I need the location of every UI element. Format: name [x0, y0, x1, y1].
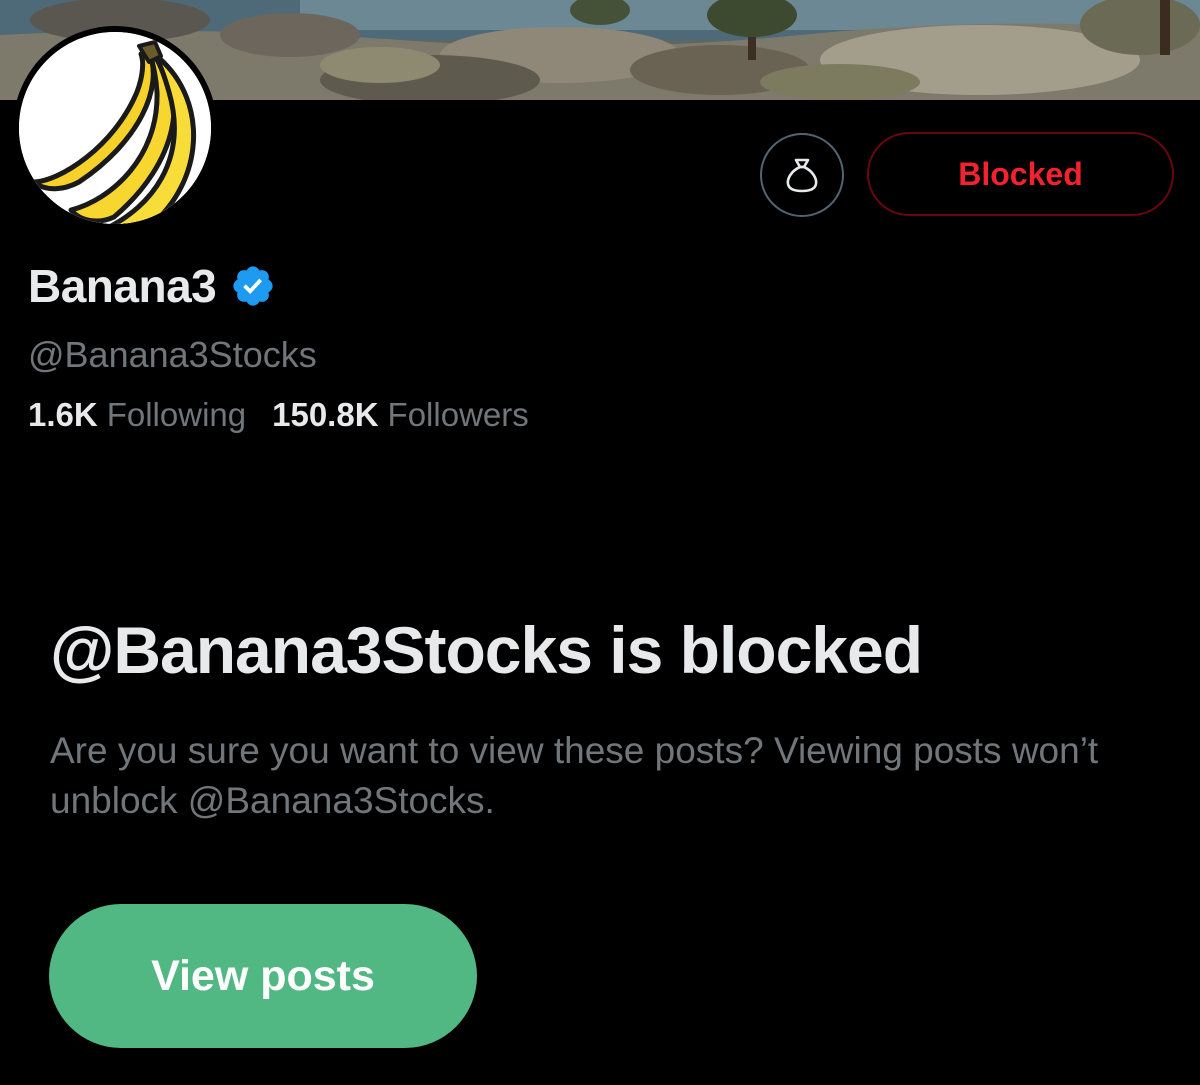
- blocked-notice-description: Are you sure you want to view these post…: [50, 730, 1099, 821]
- view-posts-button[interactable]: View posts: [49, 904, 477, 1048]
- profile-name-row: Banana3: [28, 258, 276, 314]
- followers-count: 150.8K: [272, 396, 379, 433]
- tip-button[interactable]: [760, 133, 844, 217]
- follow-stats: 1.6K Following 150.8K Followers: [28, 396, 555, 434]
- blocked-button[interactable]: Blocked: [867, 132, 1174, 216]
- followers-link[interactable]: 150.8K Followers: [272, 396, 529, 434]
- following-label: Following: [106, 396, 247, 433]
- blocked-notice-title: @Banana3Stocks is blocked: [50, 613, 923, 687]
- money-bag-icon: [786, 158, 818, 193]
- following-link[interactable]: 1.6K Following: [28, 396, 246, 434]
- profile-avatar[interactable]: [13, 26, 217, 230]
- profile-handle: @Banana3Stocks: [28, 334, 317, 375]
- following-count: 1.6K: [28, 396, 98, 433]
- followers-label: Followers: [387, 396, 529, 433]
- display-name: Banana3: [28, 260, 217, 312]
- verified-badge-icon[interactable]: [230, 263, 276, 309]
- banana-avatar-image: [19, 32, 211, 224]
